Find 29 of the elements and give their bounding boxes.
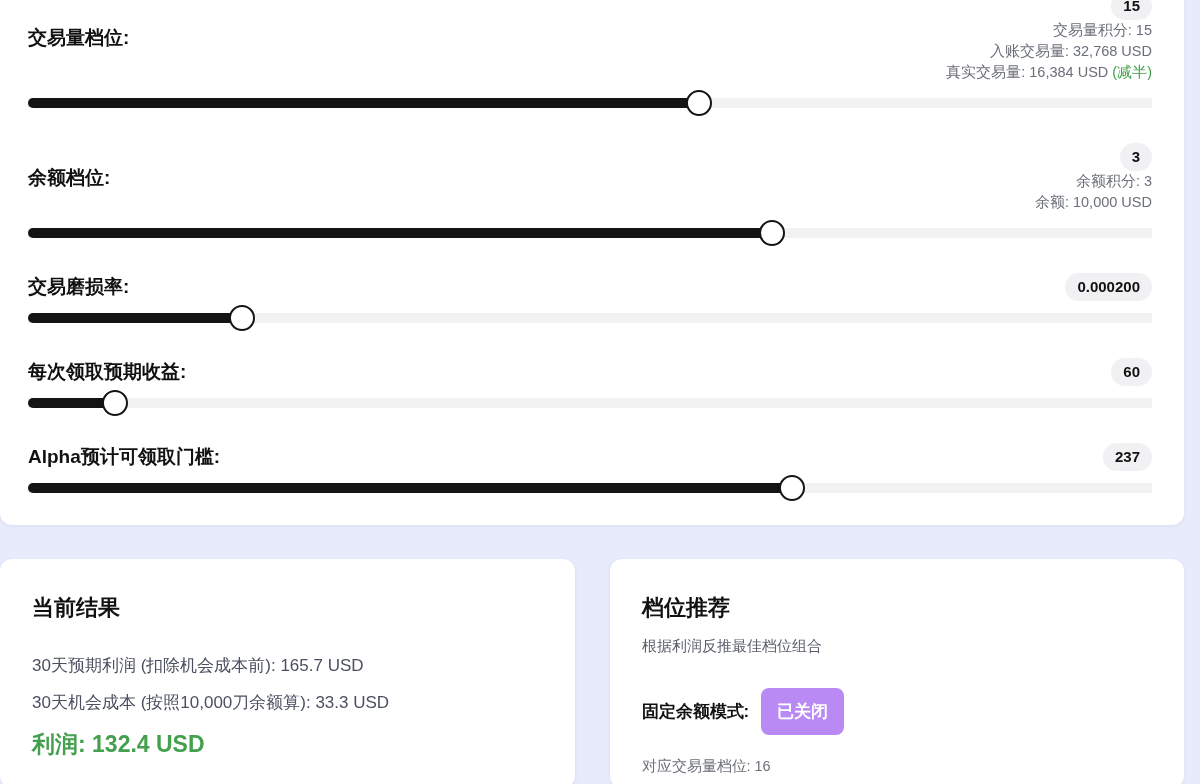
info-text: 交易量积分: 15 xyxy=(1052,21,1152,40)
info-text: 对应交易量档位: 16 xyxy=(641,757,772,776)
card-title: 档位推荐 xyxy=(641,594,731,622)
result-text: 30天预期利润 (扣除机会成本前): 165.7 USD xyxy=(32,655,365,677)
slider-label: 每次领取预期收益: xyxy=(28,360,187,384)
profit-text: 利润: 132.4 USD xyxy=(32,730,206,759)
info-text: 真实交易量: 16,384 USD (减半) xyxy=(946,63,1152,82)
info-text: 余额积分: 3 xyxy=(1075,172,1152,191)
card-subtitle: 根据利润反推最佳档位组合 xyxy=(641,637,823,656)
slider-thumb[interactable] xyxy=(779,475,806,501)
slider-label: Alpha预计可领取门槛: xyxy=(28,445,221,469)
info-text: 入账交易量: 32,768 USD xyxy=(989,42,1152,61)
slider-label: 交易量档位: xyxy=(28,25,130,50)
slider-label: 余额档位: xyxy=(28,166,111,190)
value-badge: 15 xyxy=(1111,0,1152,20)
mode-toggle-button[interactable]: 已关闭 xyxy=(761,688,845,735)
mode-label: 固定余额模式: xyxy=(641,701,750,723)
value-badge: 0.000200 xyxy=(1065,273,1152,301)
value-badge: 3 xyxy=(1119,143,1152,171)
slider-label: 交易磨损率: xyxy=(28,275,130,299)
info-text: 余额: 10,000 USD xyxy=(1034,193,1152,212)
slider-thumb[interactable] xyxy=(101,390,128,416)
card-title: 当前结果 xyxy=(32,594,121,622)
slider-thumb[interactable] xyxy=(759,220,786,246)
slider-thumb[interactable] xyxy=(686,90,712,116)
slider-thumb[interactable] xyxy=(228,305,255,331)
value-badge: 60 xyxy=(1111,358,1152,386)
result-text: 30天机会成本 (按照10,000刀余额算): 33.3 USD xyxy=(32,692,391,714)
value-badge: 237 xyxy=(1102,443,1152,471)
